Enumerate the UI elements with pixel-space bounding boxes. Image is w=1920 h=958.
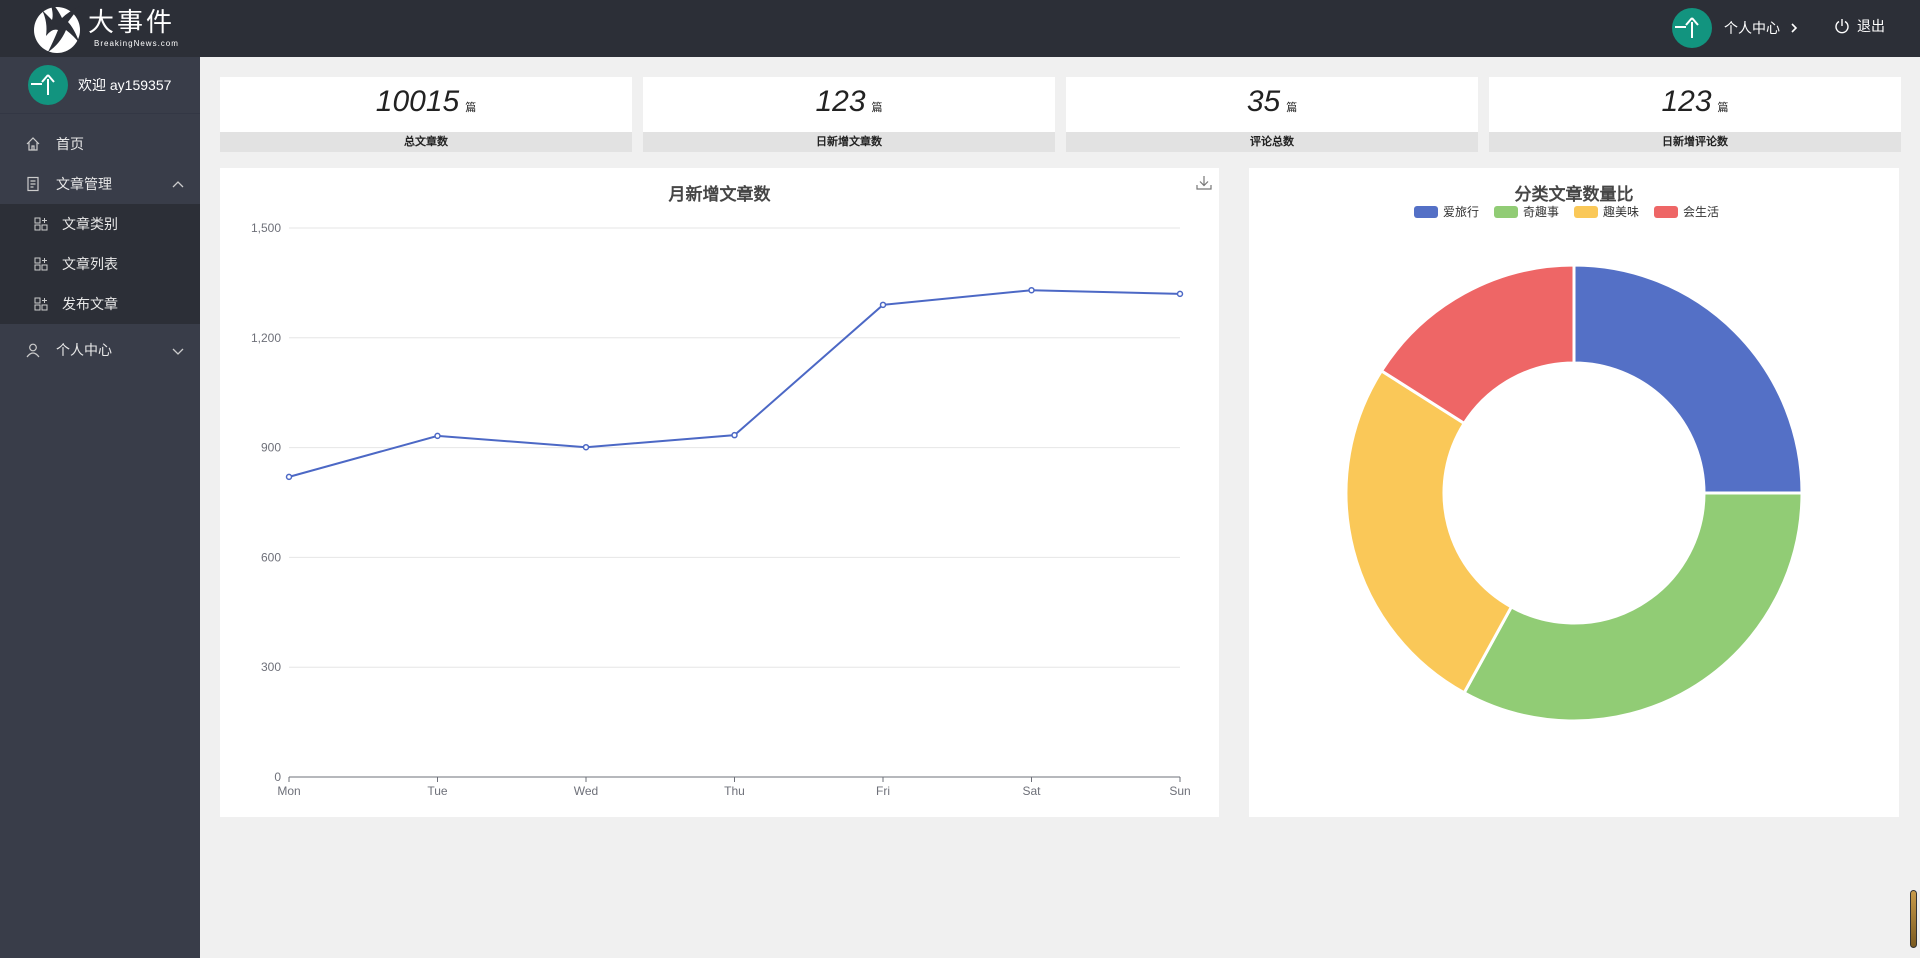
grid-plus-icon: [34, 217, 48, 231]
sidebar-item-article-management[interactable]: 文章管理: [0, 164, 200, 204]
sidebar-item-user-center[interactable]: 个人中心: [0, 330, 200, 370]
stat-unit: 篇: [871, 102, 883, 114]
user-center-label: 个人中心: [1724, 20, 1780, 36]
series-line: [288, 289, 1181, 478]
x-tick-label: Mon: [277, 784, 300, 798]
logo-title: 大事件: [88, 8, 176, 38]
y-tick-label: 0: [274, 770, 281, 784]
stat-value: 10015: [375, 85, 460, 118]
article-submenu: 文章类别 文章列表 发布文章: [0, 204, 200, 324]
document-icon: [24, 175, 42, 193]
legend-swatch: [1414, 206, 1438, 218]
data-point: [879, 301, 887, 309]
stat-card-daily-new-articles: 123 篇 日新增文章数: [643, 77, 1055, 152]
stat-label: 日新增评论数: [1489, 132, 1901, 152]
chevron-right-icon: [1790, 20, 1798, 36]
data-point: [1176, 290, 1184, 298]
chevron-up-icon: [172, 177, 184, 193]
welcome-text: 欢迎 ay159357: [78, 77, 172, 93]
legend-label: 趣美味: [1603, 204, 1639, 219]
data-point: [1028, 286, 1035, 294]
sidebar-item-label: 文章列表: [62, 256, 118, 272]
legend-swatch: [1574, 206, 1598, 218]
pie-chart: 爱旅行 奇趣事 趣美味 会生活: [1344, 204, 1804, 723]
x-tick-label: Thu: [724, 784, 745, 798]
stat-card-daily-new-comments: 123 篇 日新增评论数: [1489, 77, 1901, 152]
stat-label: 日新增文章数: [643, 132, 1055, 152]
y-tick-label: 1,500: [251, 221, 281, 235]
x-tick-label: Sun: [1169, 784, 1190, 798]
grid-plus-icon: [34, 257, 48, 271]
avatar: [28, 65, 68, 105]
stat-value: 123: [815, 85, 866, 118]
line-chart-panel: 月新增文章数 0 300 600 900 1,200 1,500 Mon Tue Wed Thu F…: [220, 168, 1219, 817]
legend-label: 奇趣事: [1523, 204, 1559, 219]
sidebar-welcome: 欢迎 ay159357: [0, 57, 200, 114]
sidebar-subitem-publish[interactable]: 发布文章: [0, 284, 200, 324]
legend-item: 会生活: [1654, 205, 1719, 219]
x-tick-label: Wed: [574, 784, 598, 798]
y-tick-label: 900: [261, 441, 281, 455]
stat-label: 总文章数: [220, 132, 632, 152]
data-point: [285, 473, 293, 481]
top-header: 大事件 BreakingNews.com 个人中心 退出: [0, 0, 1920, 57]
line-chart: 0 300 600 900 1,200 1,500 Mon Tue Wed Thu Fri Sat Su…: [251, 221, 1191, 798]
stat-unit: 篇: [1717, 102, 1729, 114]
logo-subtitle: BreakingNews.com: [94, 39, 179, 48]
logout-label: 退出: [1857, 18, 1885, 34]
avatar: [1672, 8, 1712, 48]
sidebar: 欢迎 ay159357 首页 文章管理 文章类别 文章列表 发布文章 个人中心: [0, 57, 200, 958]
stat-unit: 篇: [1286, 102, 1298, 114]
sidebar-item-label: 文章管理: [56, 176, 112, 192]
sidebar-item-home[interactable]: 首页: [0, 124, 200, 164]
stat-card-total-comments: 35 篇 评论总数: [1066, 77, 1478, 152]
sidebar-item-label: 首页: [56, 136, 84, 152]
sidebar-item-label: 个人中心: [56, 342, 112, 358]
user-icon: [24, 341, 42, 359]
legend-item: 奇趣事: [1494, 204, 1559, 219]
y-tick-label: 300: [261, 660, 281, 674]
data-point: [582, 443, 590, 451]
stat-value: 35: [1246, 85, 1281, 118]
pie-slice: [1572, 263, 1804, 495]
legend-label: 爱旅行: [1443, 205, 1479, 219]
sidebar-subitem-categories[interactable]: 文章类别: [0, 204, 200, 244]
logo[interactable]: 大事件 BreakingNews.com: [28, 0, 179, 57]
data-point: [731, 431, 738, 439]
stat-value: 123: [1661, 85, 1712, 118]
x-tick-label: Sat: [1022, 784, 1041, 798]
sidebar-subitem-article-list[interactable]: 文章列表: [0, 244, 200, 284]
x-tick-label: Fri: [876, 784, 890, 798]
scrollbar-thumb[interactable]: [1910, 890, 1917, 948]
header-user-center[interactable]: 个人中心: [1672, 6, 1798, 50]
pie-slice: [1462, 491, 1804, 723]
legend-label: 会生活: [1683, 205, 1719, 219]
sidebar-item-label: 发布文章: [62, 296, 118, 312]
power-icon: [1835, 19, 1849, 34]
stat-unit: 篇: [465, 102, 477, 114]
y-tick-label: 1,200: [251, 331, 281, 345]
logo-mark: [28, 0, 86, 57]
stat-label: 评论总数: [1066, 132, 1478, 152]
stat-card-total-articles: 10015 篇 总文章数: [220, 77, 632, 152]
legend-item: 爱旅行: [1414, 205, 1479, 219]
logout-button[interactable]: 退出: [1834, 16, 1885, 36]
y-tick-label: 600: [261, 550, 281, 564]
pie-chart-panel: 分类文章数量比 爱旅行 奇趣事 趣美味 会生活: [1249, 168, 1899, 817]
sidebar-item-label: 文章类别: [62, 216, 118, 232]
grid-plus-icon: [34, 297, 48, 311]
chevron-down-icon: [172, 343, 184, 359]
data-point: [434, 432, 441, 440]
home-icon: [24, 135, 42, 153]
legend-swatch: [1654, 206, 1678, 218]
legend-swatch: [1494, 206, 1518, 218]
legend-item: 趣美味: [1574, 204, 1639, 219]
pie-slice: [1344, 369, 1513, 695]
x-tick-label: Tue: [427, 784, 448, 798]
